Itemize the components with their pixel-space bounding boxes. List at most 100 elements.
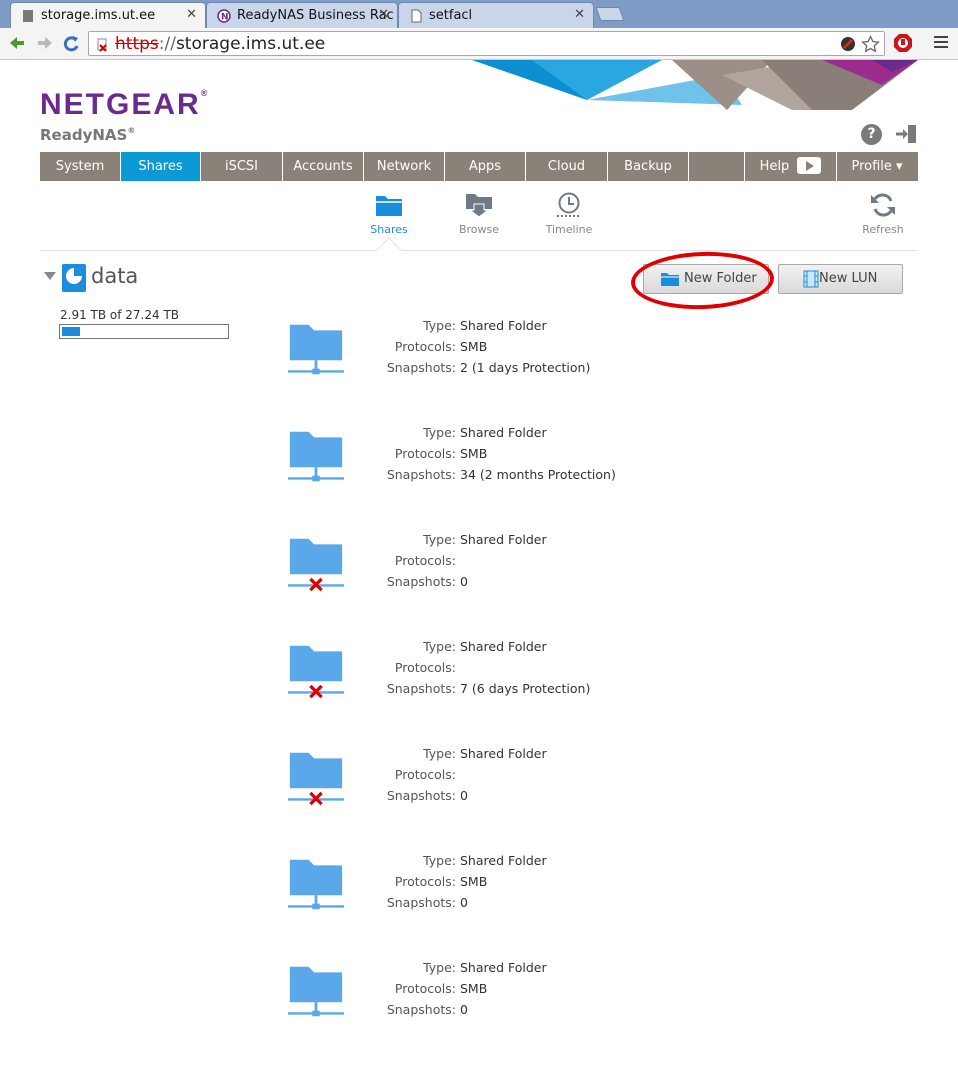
subnav-timeline-label: Timeline (545, 223, 593, 236)
share-snapshots: 0 (460, 574, 468, 589)
share-type-row: Type: Shared Folder (300, 746, 700, 764)
type-label: Type: (423, 639, 456, 654)
nav-accounts[interactable]: Accounts (283, 152, 364, 181)
share-snapshots-row: Snapshots: 0 (300, 788, 700, 806)
share-snapshots: 2 (1 days Protection) (460, 360, 591, 375)
nav-help-label: Help (759, 159, 790, 174)
type-label: Type: (423, 960, 456, 975)
collapse-volume-icon[interactable] (44, 272, 56, 280)
back-icon[interactable] (8, 34, 26, 52)
share-type-row: Type: Shared Folder (300, 425, 700, 443)
share-snapshots: 0 (460, 895, 468, 910)
insecure-lock-icon (97, 38, 107, 52)
netgear-logo: NETGEAR® (40, 88, 207, 122)
lun-film-icon (803, 270, 819, 288)
logout-icon[interactable] (894, 123, 918, 145)
share-type-row: Type: Shared Folder (300, 639, 700, 657)
type-label: Type: (423, 853, 456, 868)
nav-cloud[interactable]: Cloud (526, 152, 608, 181)
url-scheme: https (115, 34, 159, 54)
close-tab-icon[interactable]: ✕ (378, 7, 389, 22)
share-snapshots: 0 (460, 788, 468, 803)
type-label: Type: (423, 425, 456, 440)
new-tab-button[interactable] (595, 7, 625, 21)
snapshots-label: Snapshots: (386, 788, 456, 803)
browse-folder-icon (466, 194, 492, 218)
extension-stop-icon[interactable] (893, 33, 913, 53)
snapshots-label: Snapshots: (386, 895, 456, 910)
nav-network[interactable]: Network (364, 152, 445, 181)
address-bar[interactable]: https://storage.ims.ut.ee (88, 31, 885, 56)
share-snapshots-row: Snapshots: 0 (300, 1002, 700, 1020)
subnav-timeline[interactable]: Timeline (534, 192, 604, 236)
nav-profile[interactable]: Profile ▾ (837, 152, 917, 181)
product-registered-mark: ® (127, 126, 136, 135)
logo-text: NETGEAR (40, 88, 201, 121)
share-item[interactable]: Type: Shared Folder Protocols: SMB Snapshots… (0, 960, 958, 1071)
bookmark-star-icon[interactable] (861, 35, 880, 54)
close-tab-icon[interactable]: ✕ (574, 7, 585, 22)
nav-shares[interactable]: Shares (121, 152, 201, 181)
nav-system[interactable]: System (40, 152, 121, 181)
share-protocols-row: Protocols: SMB (300, 446, 700, 464)
netgear-favicon-icon: N (217, 9, 231, 23)
browser-tab-storage[interactable]: storage.ims.ut.ee ✕ (10, 2, 206, 29)
share-type-row: Type: Shared Folder (300, 318, 700, 336)
share-item[interactable]: Type: Shared Folder Protocols: Snapshots: 0 (0, 746, 958, 857)
subnav-shares[interactable]: Shares (354, 192, 424, 236)
new-lun-button[interactable]: New LUN (778, 264, 903, 294)
product-name: ReadyNAS® (40, 126, 135, 144)
document-icon (411, 9, 422, 23)
refresh-button[interactable]: Refresh (848, 192, 918, 236)
blocked-icon[interactable] (840, 36, 856, 52)
forward-icon[interactable] (36, 34, 54, 52)
protocols-label: Protocols: (394, 981, 456, 996)
share-snapshots-row: Snapshots: 2 (1 days Protection) (300, 360, 700, 378)
browser-tab-title: ReadyNAS Business Rac (237, 8, 394, 23)
browser-tab-setfacl[interactable]: setfacl ✕ (398, 2, 594, 28)
main-nav: System Shares iSCSI Accounts Network App… (40, 152, 918, 181)
product-name-text: ReadyNAS (40, 126, 128, 144)
share-type-row: Type: Shared Folder (300, 532, 700, 550)
help-icon[interactable]: ? (861, 124, 882, 145)
share-protocols: SMB (460, 981, 488, 996)
subnav-browse-label: Browse (458, 223, 500, 236)
close-tab-icon[interactable]: ✕ (186, 7, 197, 22)
reload-icon[interactable] (62, 34, 80, 52)
share-type-row: Type: Shared Folder (300, 960, 700, 978)
nav-apps[interactable]: Apps (445, 152, 526, 181)
nav-help[interactable]: Help (745, 152, 837, 181)
nav-iscsi[interactable]: iSCSI (201, 152, 283, 181)
snapshots-label: Snapshots: (386, 467, 456, 482)
volume-name: data (91, 264, 139, 288)
type-label: Type: (423, 318, 456, 333)
browser-tab-readynas[interactable]: N ReadyNAS Business Rac ✕ (206, 2, 398, 28)
browser-tab-title: storage.ims.ut.ee (41, 8, 156, 23)
nav-backup[interactable]: Backup (608, 152, 689, 181)
share-protocols: SMB (460, 874, 488, 889)
share-item[interactable]: Type: Shared Folder Protocols: SMB Snapshots… (0, 318, 958, 429)
share-protocols-row: Protocols: SMB (300, 981, 700, 999)
folder-icon (376, 196, 402, 216)
share-type: Shared Folder (460, 425, 547, 440)
share-item[interactable]: Type: Shared Folder Protocols: SMB Snapshots… (0, 425, 958, 536)
browser-menu-icon[interactable] (934, 36, 948, 48)
play-video-icon[interactable] (797, 157, 822, 174)
new-lun-label: New LUN (819, 271, 878, 286)
share-protocols-row: Protocols: (300, 660, 700, 678)
share-snapshots-row: Snapshots: 0 (300, 895, 700, 913)
volume-usage-text: 2.91 TB of 27.24 TB (60, 308, 180, 322)
share-item[interactable]: Type: Shared Folder Protocols: SMB Snapshots… (0, 853, 958, 964)
nav-blank (689, 152, 745, 181)
protocols-label: Protocols: (394, 874, 456, 889)
browser-toolbar: https://storage.ims.ut.ee (0, 28, 958, 60)
share-type: Shared Folder (460, 960, 547, 975)
share-item[interactable]: Type: Shared Folder Protocols: Snapshots: 0 (0, 532, 958, 643)
share-item[interactable]: Type: Shared Folder Protocols: Snapshots: 7 … (0, 639, 958, 750)
browser-tabstrip: storage.ims.ut.ee ✕ N ReadyNAS Business … (0, 0, 958, 29)
share-type-row: Type: Shared Folder (300, 853, 700, 871)
volume-icon[interactable] (62, 264, 86, 292)
red-annotation-circle (630, 249, 775, 312)
share-type: Shared Folder (460, 746, 547, 761)
subnav-browse[interactable]: Browse (444, 192, 514, 236)
